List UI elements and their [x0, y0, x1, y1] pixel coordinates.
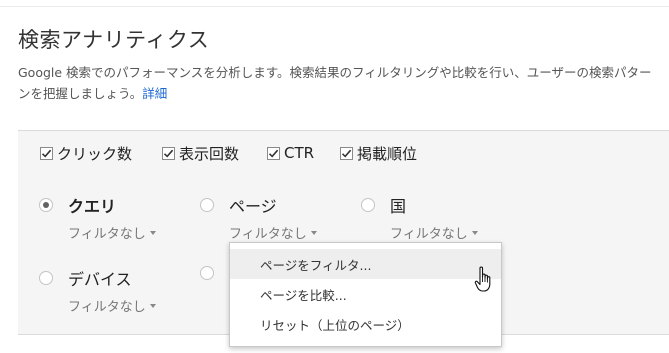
filter-label: フィルタなし: [68, 227, 146, 242]
device-filter-dropdown[interactable]: フィルタなし: [68, 296, 156, 315]
country-filter-dropdown[interactable]: フィルタなし: [390, 223, 478, 242]
metric-label: 掲載順位: [357, 144, 418, 163]
radio-label: クエリ: [68, 197, 117, 216]
metric-label: 表示回数: [179, 144, 240, 163]
query-filter-dropdown[interactable]: フィルタなし: [68, 223, 156, 242]
radio-country[interactable]: 国: [361, 193, 406, 217]
page-title: 検索アナリティクス: [18, 28, 210, 52]
metric-label: CTR: [284, 144, 315, 162]
radio-device[interactable]: デバイス: [39, 266, 132, 290]
radio-query[interactable]: クエリ: [39, 193, 116, 217]
metric-clicks-checkbox[interactable]: クリック数: [40, 144, 133, 163]
radio-label: デバイス: [68, 270, 132, 289]
radio-hidden-option[interactable]: [200, 266, 229, 280]
filter-label: フィルタなし: [390, 227, 468, 242]
radio-unselected-icon: [361, 198, 375, 212]
menu-item-compare-pages[interactable]: ページを比較...: [230, 279, 501, 309]
metric-position-checkbox[interactable]: 掲載順位: [340, 144, 418, 163]
caret-down-icon: [471, 230, 478, 235]
radio-unselected-icon: [200, 198, 214, 212]
metrics-bar: クリック数 表示回数 CTR 掲載順位: [18, 130, 669, 175]
metric-label: クリック数: [57, 144, 133, 163]
radio-selected-icon: [39, 198, 53, 212]
radio-unselected-icon: [39, 271, 53, 285]
checkbox-checked-icon: [40, 146, 53, 160]
hand-cursor-icon: [474, 266, 494, 298]
metric-ctr-checkbox[interactable]: CTR: [267, 144, 314, 162]
radio-unselected-icon: [200, 266, 214, 280]
checkbox-checked-icon: [340, 146, 353, 160]
page-description: Google 検索でのパフォーマンスを分析します。検索結果のフィルタリングや比較…: [18, 62, 658, 104]
menu-item-reset-pages[interactable]: リセット（上位のページ）: [230, 309, 501, 339]
description-text: Google 検索でのパフォーマンスを分析します。検索結果のフィルタリングや比較…: [18, 65, 652, 101]
page-filter-menu: ページをフィルタ... ページを比較... リセット（上位のページ）: [229, 242, 502, 347]
filter-label: フィルタなし: [229, 227, 307, 242]
filter-label: フィルタなし: [68, 300, 146, 315]
top-divider: [0, 6, 669, 7]
metric-impressions-checkbox[interactable]: 表示回数: [162, 144, 240, 163]
caret-down-icon: [310, 230, 317, 235]
radio-label: 国: [390, 197, 407, 216]
details-link[interactable]: 詳細: [142, 86, 167, 101]
checkbox-checked-icon: [162, 146, 175, 160]
radio-label: ページ: [229, 197, 277, 216]
page-filter-dropdown[interactable]: フィルタなし: [229, 223, 317, 242]
checkbox-checked-icon: [267, 146, 280, 160]
menu-item-filter-pages[interactable]: ページをフィルタ...: [230, 249, 501, 279]
radio-page[interactable]: ページ: [200, 193, 277, 217]
caret-down-icon: [149, 303, 156, 308]
caret-down-icon: [149, 230, 156, 235]
